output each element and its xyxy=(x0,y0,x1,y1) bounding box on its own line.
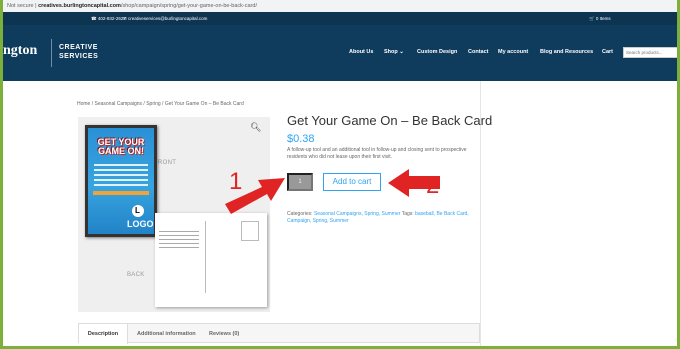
arrow-to-quantity-icon xyxy=(225,178,285,214)
arrow-to-add-to-cart-icon xyxy=(388,169,440,197)
annotation-arrows xyxy=(225,169,440,214)
browser-frame: Not secure | creatives.burlingtoncapital… xyxy=(3,0,677,346)
